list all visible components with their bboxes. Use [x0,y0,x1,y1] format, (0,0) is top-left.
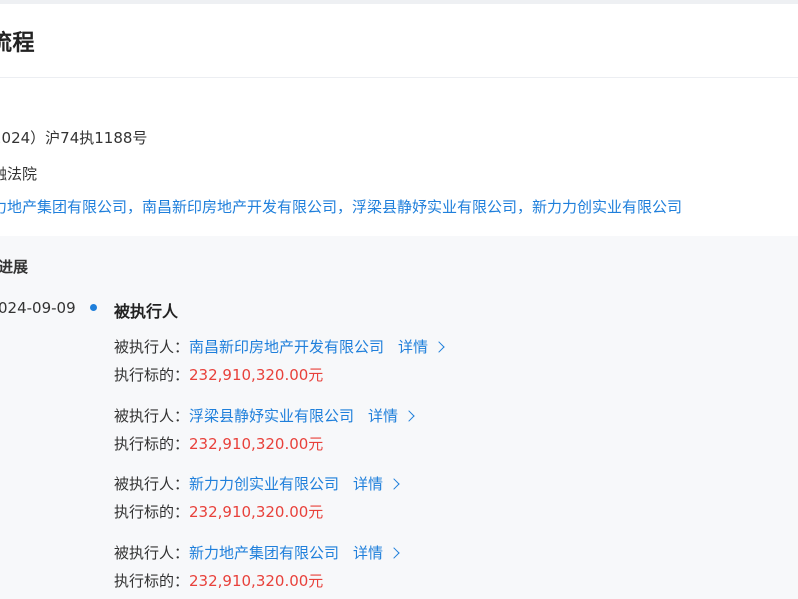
list-item: 被执行人：南昌新印房地产开发有限公司 详情 执行标的：232,910,320.00… [114,333,445,389]
case-number: 2024）沪74执1188号 [0,129,148,147]
amount-value: 232,910,320.00元 [189,503,324,521]
amount-value: 232,910,320.00元 [189,435,324,453]
list-item: 被执行人：新力地产集团有限公司 详情 执行标的：232,910,320.00元 [114,539,400,595]
detail-label: 详情 [353,544,384,562]
amount-label: 执行标的： [114,503,190,521]
timeline-event-title: 被执行人 [114,302,179,321]
chevron-right-icon [433,341,445,353]
amount-label: 执行标的： [114,435,190,453]
detail-label: 详情 [398,338,429,356]
executee-label: 被执行人： [114,544,190,562]
detail-link[interactable]: 详情 [398,338,445,356]
page-title: 流程 [0,31,36,56]
list-item: 被执行人：浮梁县静妤实业有限公司 详情 执行标的：232,910,320.00元 [114,402,415,458]
section-title: 进展 [0,258,29,276]
amount-value: 232,910,320.00元 [189,572,324,590]
executee-link[interactable]: 浮梁县静妤实业有限公司 [189,407,354,425]
list-item: 被执行人：新力力创实业有限公司 详情 执行标的：232,910,320.00元 [114,470,400,526]
executee-link[interactable]: 新力力创实业有限公司 [189,475,339,493]
chevron-right-icon [388,478,400,490]
case-info-panel: 2024）沪74执1188号 融法院 力地产集团有限公司，南昌新印房地产开发有限… [0,78,798,236]
executee-label: 被执行人： [114,338,190,356]
amount-label: 执行标的： [114,572,190,590]
page-header: 流程 [0,4,798,78]
parties-links[interactable]: 力地产集团有限公司，南昌新印房地产开发有限公司，浮梁县静妤实业有限公司，新力力创… [0,196,682,217]
chevron-right-icon [403,410,415,422]
detail-link[interactable]: 详情 [353,544,400,562]
amount-label: 执行标的： [114,366,190,384]
court-name: 融法院 [0,165,38,183]
executee-link[interactable]: 南昌新印房地产开发有限公司 [189,338,384,356]
timeline-dot-icon [90,304,97,311]
chevron-right-icon [388,547,400,559]
progress-section: 进展 024-09-09 被执行人 被执行人：南昌新印房地产开发有限公司 详情 执… [0,236,798,599]
executee-label: 被执行人： [114,475,190,493]
executee-link[interactable]: 新力地产集团有限公司 [189,544,339,562]
detail-link[interactable]: 详情 [368,407,415,425]
detail-label: 详情 [368,407,399,425]
timeline-date: 024-09-09 [0,299,76,317]
detail-label: 详情 [353,475,384,493]
detail-link[interactable]: 详情 [353,475,400,493]
executee-label: 被执行人： [114,407,190,425]
amount-value: 232,910,320.00元 [189,366,324,384]
